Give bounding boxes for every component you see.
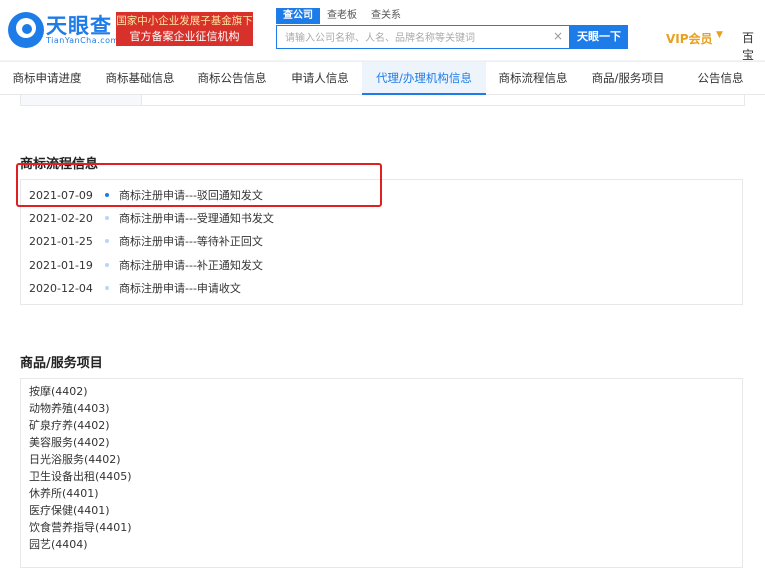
search-tab-boss[interactable]: 查老板 xyxy=(320,8,364,24)
baike-link[interactable]: 百宝 xyxy=(742,29,765,63)
clear-icon[interactable]: × xyxy=(553,29,563,43)
goods-item: 医疗保健(4401) xyxy=(29,504,110,517)
tab-basic-info[interactable]: 商标基础信息 xyxy=(94,62,186,94)
goods-item: 美容服务(4402) xyxy=(29,436,110,449)
gov-badge-line1: 国家中小企业发展子基金旗下 xyxy=(116,15,253,27)
search-tab-company[interactable]: 查公司 xyxy=(276,8,320,24)
search-tab-relation[interactable]: 查关系 xyxy=(364,8,408,24)
tab-applicant-info[interactable]: 申请人信息 xyxy=(278,62,362,94)
previous-table-cell xyxy=(21,95,142,105)
gov-badge-line2: 官方备案企业征信机构 xyxy=(129,30,240,43)
tab-flow-info[interactable]: 商标流程信息 xyxy=(486,62,580,94)
flow-row: 2021-01-25 商标注册申请---等待补正回文 xyxy=(29,232,263,252)
goods-item: 按摩(4402) xyxy=(29,385,88,398)
flow-event: 商标注册申请---等待补正回文 xyxy=(119,235,263,248)
eye-logo-icon xyxy=(8,12,44,48)
flow-date: 2020-12-04 xyxy=(29,282,93,295)
gov-badge: 国家中小企业发展子基金旗下 官方备案企业征信机构 xyxy=(116,12,253,46)
goods-item: 休养所(4401) xyxy=(29,487,99,500)
timeline-dot-icon xyxy=(105,279,119,299)
flow-date: 2021-02-20 xyxy=(29,212,93,225)
tab-application-progress[interactable]: 商标申请进度 xyxy=(0,62,94,94)
tab-notice-info[interactable]: 公告信息 xyxy=(676,62,765,94)
top-header: 天眼查 TianYanCha.com 国家中小企业发展子基金旗下 官方备案企业征… xyxy=(0,0,765,63)
flow-date: 2021-01-19 xyxy=(29,259,93,272)
tab-goods-services[interactable]: 商品/服务项目 xyxy=(580,62,676,94)
goods-item: 矿泉疗养(4402) xyxy=(29,419,110,432)
goods-list: 按摩(4402) 动物养殖(4403) 矿泉疗养(4402) 美容服务(4402… xyxy=(20,378,743,568)
tab-agency-info[interactable]: 代理/办理机构信息 xyxy=(362,62,486,95)
content-card: 商标流程信息 2021-07-09 商标注册申请---驳回通知发文 2021-0… xyxy=(0,95,765,573)
vip-member-link[interactable]: VIP会员 xyxy=(666,30,713,47)
goods-item: 饮食营养指导(4401) xyxy=(29,521,132,534)
red-highlight-box xyxy=(16,163,382,207)
previous-section-table xyxy=(20,95,745,106)
flow-row: 2020-12-04 商标注册申请---申请收文 xyxy=(29,279,241,299)
tianyancha-logo[interactable]: 天眼查 TianYanCha.com xyxy=(8,10,118,50)
search-input[interactable] xyxy=(277,26,549,51)
tab-announcement-info[interactable]: 商标公告信息 xyxy=(186,62,278,94)
goods-item: 卫生设备出租(4405) xyxy=(29,470,132,483)
flow-row: 2021-02-20 商标注册申请---受理通知书发文 xyxy=(29,209,274,229)
detail-tabbar: 商标申请进度 商标基础信息 商标公告信息 申请人信息 代理/办理机构信息 商标流… xyxy=(0,61,765,95)
timeline-dot-icon xyxy=(105,256,119,276)
flow-event: 商标注册申请---受理通知书发文 xyxy=(119,212,274,225)
search-button[interactable]: 天眼一下 xyxy=(570,25,628,49)
flow-event: 商标注册申请---补正通知发文 xyxy=(119,259,263,272)
flow-row: 2021-01-19 商标注册申请---补正通知发文 xyxy=(29,256,263,276)
logo-subtitle: TianYanCha.com xyxy=(46,36,119,45)
flow-event: 商标注册申请---申请收文 xyxy=(119,282,241,295)
goods-item: 日光浴服务(4402) xyxy=(29,453,121,466)
timeline-dot-icon xyxy=(105,232,119,252)
flow-date: 2021-01-25 xyxy=(29,235,93,248)
goods-item: 动物养殖(4403) xyxy=(29,402,110,415)
search-tabs: 查公司 查老板 查关系 xyxy=(276,8,408,24)
timeline-dot-icon xyxy=(105,209,119,229)
search-box: × xyxy=(276,25,570,51)
goods-item: 园艺(4404) xyxy=(29,538,88,551)
goods-section-title: 商品/服务项目 xyxy=(20,356,103,371)
caret-down-icon[interactable]: ▼ xyxy=(716,30,723,40)
